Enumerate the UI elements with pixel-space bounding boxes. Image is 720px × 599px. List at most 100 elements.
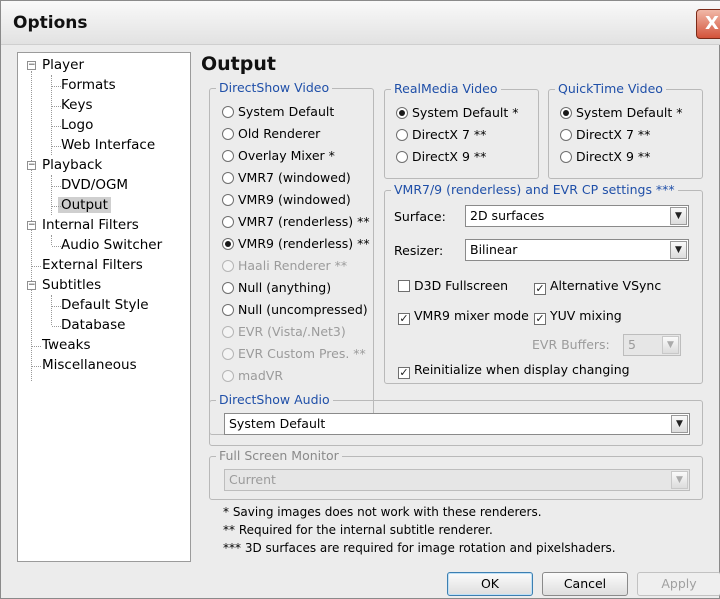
checkbox-box: ✓ xyxy=(398,312,410,325)
radio-button xyxy=(396,129,408,141)
options-tree[interactable]: − Player Formats Keys Logo Web Interface − Play… xyxy=(17,52,191,562)
apply-button[interactable]: Apply xyxy=(637,572,720,596)
checkbox-label: YUV mixing xyxy=(550,308,622,323)
radio-button xyxy=(396,151,408,163)
tree-connector xyxy=(52,146,61,147)
fullscreen-monitor-select[interactable]: Current ▼ xyxy=(224,469,690,491)
d3d-fullscreen-checkbox[interactable]: D3D Fullscreen xyxy=(398,277,508,295)
yuv-mixing-checkbox[interactable]: ✓ YUV mixing xyxy=(534,307,622,325)
ok-button[interactable]: OK xyxy=(447,572,533,596)
checkbox-label: Reinitialize when display changing xyxy=(414,362,630,377)
vmr-settings-group: VMR7/9 (renderless) and EVR CP settings … xyxy=(384,182,703,384)
options-window: Options X − Player Formats Keys Logo Web Inte… xyxy=(0,0,720,599)
radio-directx-7[interactable]: DirectX 7 ** xyxy=(560,126,650,144)
resizer-select[interactable]: Bilinear ▼ xyxy=(465,239,689,261)
radio-haali-renderer[interactable]: Haali Renderer ** xyxy=(222,257,347,275)
radio-vmr9-windowed[interactable]: VMR9 (windowed) xyxy=(222,191,351,209)
radio-label: System Default xyxy=(238,104,335,119)
tree-item-database[interactable]: Database xyxy=(52,316,125,335)
reinitialize-checkbox[interactable]: ✓ Reinitialize when display changing xyxy=(398,361,630,379)
radio-directx-7[interactable]: DirectX 7 ** xyxy=(396,126,486,144)
tree-item-subtitles[interactable]: − Subtitles xyxy=(27,276,102,295)
collapse-icon[interactable]: − xyxy=(27,161,36,170)
radio-null-anything[interactable]: Null (anything) xyxy=(222,279,331,297)
collapse-icon[interactable]: − xyxy=(27,281,36,290)
fullscreen-monitor-group: Full Screen Monitor Current ▼ xyxy=(209,448,703,500)
tree-item-playback[interactable]: − Playback xyxy=(27,156,103,175)
tree-connector xyxy=(51,175,52,215)
evr-buffers-select[interactable]: 5 ▼ xyxy=(623,334,681,356)
radio-evr-custom-pres[interactable]: EVR Custom Pres. ** xyxy=(222,345,366,363)
tree-item-dvd-ogm[interactable]: DVD/OGM xyxy=(52,176,128,195)
note-2: ** Required for the internal subtitle re… xyxy=(223,523,493,537)
chevron-down-icon: ▼ xyxy=(671,415,688,433)
tree-item-label: Playback xyxy=(42,157,103,173)
surface-label: Surface: xyxy=(394,209,446,224)
tree-item-default-style[interactable]: Default Style xyxy=(52,296,149,315)
tree-item-tweaks[interactable]: Tweaks xyxy=(32,336,90,355)
radio-evr-vista-net3[interactable]: EVR (Vista/.Net3) xyxy=(222,323,346,341)
radio-button xyxy=(222,106,234,118)
tree-item-label: Audio Switcher xyxy=(61,237,163,253)
tree-item-formats[interactable]: Formats xyxy=(52,76,116,95)
tree-item-miscellaneous[interactable]: Miscellaneous xyxy=(32,356,137,375)
evr-buffers-value: 5 xyxy=(628,337,636,352)
tree-item-web-interface[interactable]: Web Interface xyxy=(52,136,155,155)
note-3: *** 3D surfaces are required for image r… xyxy=(223,541,616,555)
radio-label: DirectX 9 ** xyxy=(576,149,651,164)
page-title: Output xyxy=(201,53,276,75)
radio-label: DirectX 9 ** xyxy=(412,149,487,164)
vmr9-mixer-mode-checkbox[interactable]: ✓ VMR9 mixer mode xyxy=(398,307,529,325)
tree-item-external-filters[interactable]: External Filters xyxy=(32,256,143,275)
tree-item-label: Subtitles xyxy=(42,277,102,293)
radio-label: madVR xyxy=(238,368,284,383)
radio-overlay-mixer[interactable]: Overlay Mixer * xyxy=(222,147,335,165)
chevron-down-icon: ▼ xyxy=(662,336,679,354)
radio-null-uncompressed[interactable]: Null (uncompressed) xyxy=(222,301,368,319)
surface-select[interactable]: 2D surfaces ▼ xyxy=(465,205,689,227)
fullscreen-monitor-value: Current xyxy=(229,472,276,487)
directshow-video-group: DirectShow Video System Default Old Rende… xyxy=(209,80,374,435)
checkbox-box xyxy=(398,280,410,292)
radio-label: DirectX 7 ** xyxy=(412,127,487,142)
radio-button xyxy=(222,326,234,338)
cancel-button[interactable]: Cancel xyxy=(542,572,628,596)
radio-label: Null (anything) xyxy=(238,280,332,295)
title-bar[interactable]: Options X xyxy=(1,1,720,45)
tree-connector xyxy=(32,346,41,347)
resizer-label: Resizer: xyxy=(394,243,444,258)
radio-old-renderer[interactable]: Old Renderer xyxy=(222,125,320,143)
note-1: * Saving images does not work with these… xyxy=(223,505,542,519)
radio-label: EVR Custom Pres. ** xyxy=(238,346,366,361)
tree-item-player[interactable]: − Player xyxy=(27,56,85,75)
tree-item-internal-filters[interactable]: − Internal Filters xyxy=(27,216,139,235)
tree-item-logo[interactable]: Logo xyxy=(52,116,93,135)
tree-item-output[interactable]: Output xyxy=(52,196,111,215)
close-button[interactable]: X xyxy=(696,9,720,39)
tree-item-label: External Filters xyxy=(42,257,143,273)
checkbox-box: ✓ xyxy=(398,366,410,379)
checkbox-box: ✓ xyxy=(534,282,546,295)
directshow-audio-select[interactable]: System Default ▼ xyxy=(224,413,690,435)
tree-item-label: Player xyxy=(42,57,85,73)
radio-system-default[interactable]: System Default * xyxy=(396,104,518,122)
tree-connector xyxy=(32,266,41,267)
alternative-vsync-checkbox[interactable]: ✓ Alternative VSync xyxy=(534,277,661,295)
collapse-icon[interactable]: − xyxy=(27,61,36,70)
radio-label: DirectX 7 ** xyxy=(576,127,651,142)
radio-label: Overlay Mixer * xyxy=(238,148,335,163)
radio-button xyxy=(396,107,408,119)
radio-directx-9[interactable]: DirectX 9 ** xyxy=(396,148,486,166)
radio-system-default[interactable]: System Default xyxy=(222,103,334,121)
tree-item-keys[interactable]: Keys xyxy=(52,96,93,115)
radio-vmr9-renderless[interactable]: VMR9 (renderless) ** xyxy=(222,235,370,253)
radio-vmr7-renderless[interactable]: VMR7 (renderless) ** xyxy=(222,213,370,231)
tree-connector xyxy=(52,246,61,247)
radio-directx-9[interactable]: DirectX 9 ** xyxy=(560,148,650,166)
checkbox-label: VMR9 mixer mode xyxy=(414,308,529,323)
radio-system-default[interactable]: System Default * xyxy=(560,104,682,122)
radio-vmr7-windowed[interactable]: VMR7 (windowed) xyxy=(222,169,351,187)
tree-item-audio-switcher[interactable]: Audio Switcher xyxy=(52,236,163,255)
collapse-icon[interactable]: − xyxy=(27,221,36,230)
radio-madvr[interactable]: madVR xyxy=(222,367,283,385)
